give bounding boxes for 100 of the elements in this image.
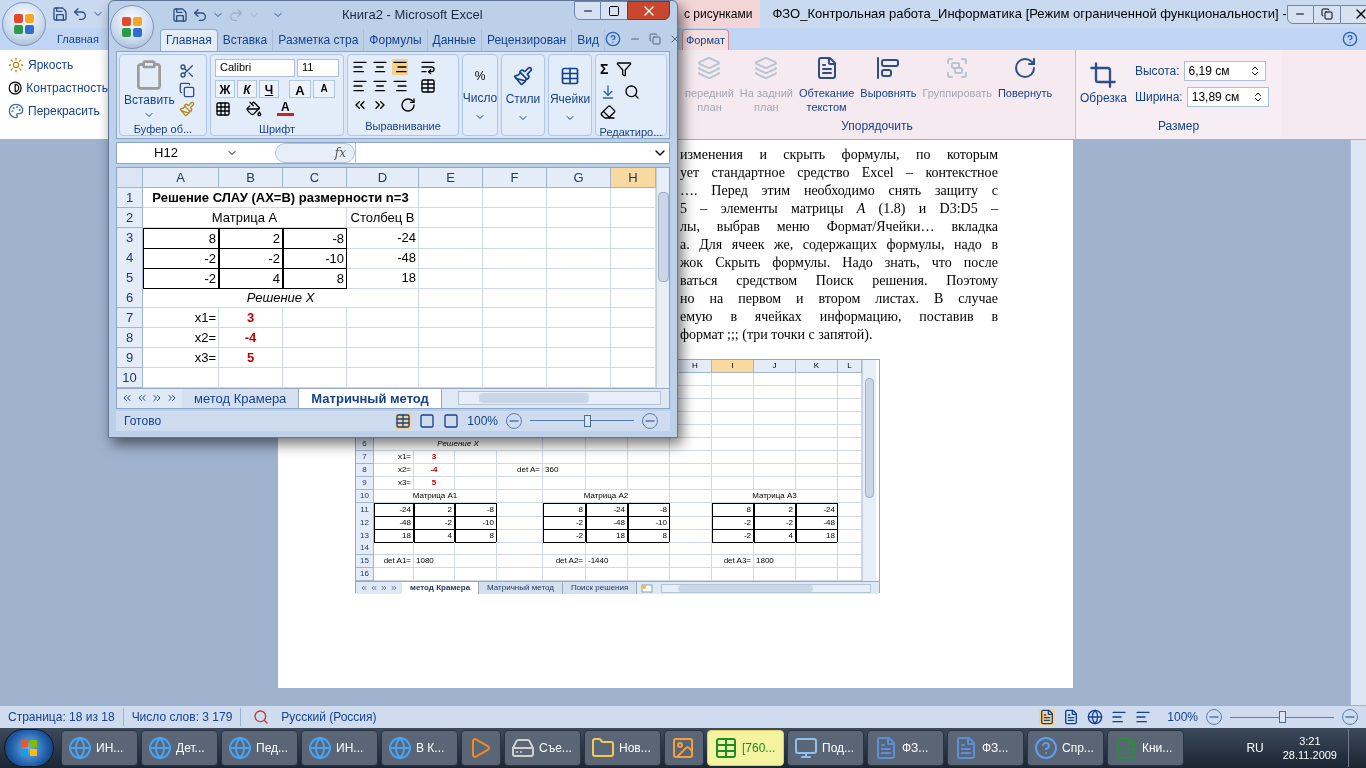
page-layout-icon[interactable] (419, 412, 436, 429)
underline-button[interactable]: Ч (259, 79, 279, 98)
row-header[interactable]: 14 (356, 542, 374, 555)
ribbon-tab[interactable]: Вид (572, 28, 605, 51)
column-header[interactable]: F (483, 167, 547, 189)
name-box[interactable]: H12 (117, 142, 275, 163)
row-header[interactable]: 10 (356, 490, 374, 503)
column-header[interactable]: C (283, 167, 347, 189)
language-indicator[interactable]: RU (1246, 739, 1264, 757)
eraser-icon[interactable] (600, 103, 616, 120)
undo-icon[interactable] (192, 6, 208, 23)
slider-thumb[interactable] (584, 414, 592, 427)
taskbar-button[interactable]: Дет... (141, 730, 218, 766)
help-icon[interactable] (1342, 31, 1358, 47)
column-header[interactable]: L (838, 360, 862, 373)
outline-view-icon[interactable] (1111, 709, 1128, 725)
column-header[interactable]: H (611, 167, 656, 189)
bold-button[interactable]: Ж (215, 79, 235, 98)
cells-button[interactable]: Ячейки (548, 53, 592, 136)
row-header[interactable]: 9 (117, 347, 143, 369)
last-sheet-icon[interactable] (390, 584, 398, 592)
arrange-button[interactable]: Повернуть (995, 56, 1055, 100)
spelling-icon[interactable] (253, 709, 270, 725)
taskbar-button[interactable]: Под... (787, 730, 864, 766)
vertical-scrollbar[interactable] (656, 167, 669, 388)
row-header[interactable]: 6 (117, 287, 143, 309)
row-header[interactable]: 8 (117, 327, 143, 349)
maximize-button[interactable] (601, 1, 627, 20)
row-header[interactable]: 4 (117, 247, 143, 270)
zoom-level[interactable]: 100% (1167, 708, 1198, 726)
taskbar-button[interactable]: ФЗ... (867, 730, 944, 766)
zoom-level[interactable]: 100% (467, 411, 498, 430)
copy-icon[interactable] (178, 81, 195, 98)
ribbon-tab[interactable]: Главная (54, 29, 102, 50)
restore-button[interactable] (1313, 4, 1340, 24)
restore-icon[interactable] (648, 32, 661, 45)
row-header[interactable]: 10 (117, 367, 143, 389)
row-header[interactable]: 5 (117, 267, 143, 290)
previous-sheet-icon[interactable] (370, 584, 378, 592)
ribbon-tab[interactable]: Рецензирован (481, 28, 573, 51)
vertical-scrollbar[interactable] (862, 360, 876, 581)
arrange-button[interactable]: Обтекание текстом (796, 56, 857, 114)
ribbon-tab[interactable]: Формат (681, 29, 729, 50)
row-header[interactable]: 6 (356, 438, 374, 451)
column-header[interactable]: G (547, 167, 611, 189)
print-layout-icon[interactable] (1039, 709, 1056, 725)
row-header[interactable]: 16 (356, 568, 374, 581)
fill-color-icon[interactable] (246, 100, 262, 117)
horizontal-scrollbar[interactable] (457, 391, 661, 406)
column-header[interactable]: E (419, 167, 483, 189)
width-field[interactable]: 13,89 см (1186, 86, 1269, 107)
column-header[interactable]: K (796, 360, 838, 373)
ribbon-tab[interactable]: Формулы (364, 28, 428, 51)
save-icon[interactable] (52, 6, 68, 22)
align-bottom-icon[interactable] (392, 58, 408, 75)
language[interactable]: Русский (Россия) (281, 708, 377, 726)
row-header[interactable]: 1 (117, 187, 143, 209)
taskbar-button[interactable]: Нов... (584, 730, 661, 766)
shrink-font-button[interactable]: A (313, 79, 335, 98)
font-size-field[interactable]: 11 (297, 58, 339, 77)
sort-filter-icon[interactable] (616, 61, 633, 78)
horizontal-scrollbar[interactable] (661, 583, 871, 593)
zoom-slider[interactable] (1230, 711, 1334, 723)
font-name-field[interactable]: Calibri (215, 58, 295, 77)
sheet-tab[interactable]: метод Крамера (402, 582, 480, 594)
row-header[interactable]: 12 (356, 516, 374, 530)
column-header[interactable]: H (679, 360, 712, 373)
office-button[interactable] (110, 5, 154, 49)
adjust-button[interactable]: Контрастность (8, 79, 108, 97)
start-button[interactable] (4, 729, 54, 767)
vertical-scrollbar[interactable] (1350, 140, 1366, 705)
next-sheet-icon[interactable] (380, 584, 388, 592)
row-header[interactable]: 8 (356, 464, 374, 477)
taskbar-button[interactable] (461, 730, 501, 766)
taskbar-button[interactable]: Пед... (221, 730, 298, 766)
sheet-tab[interactable]: Матричный метод (479, 582, 563, 594)
column-header[interactable]: J (754, 360, 796, 373)
height-field[interactable]: 6,19 см (1183, 60, 1266, 81)
save-icon[interactable] (172, 6, 188, 23)
page-break-icon[interactable] (443, 412, 460, 429)
clock-time[interactable]: 3:21 (1299, 734, 1321, 748)
slider-thumb[interactable] (1279, 711, 1286, 723)
column-header[interactable]: D (347, 167, 419, 189)
row-header[interactable]: 7 (356, 451, 374, 464)
insert-function-button[interactable]: fx (275, 142, 355, 163)
taskbar-button[interactable]: Съе... (504, 730, 581, 766)
font-color-button[interactable]: A (277, 101, 294, 117)
number-button[interactable]: % Число (462, 53, 498, 136)
undo-icon[interactable] (72, 6, 88, 22)
clock-date[interactable]: 28.11.2009 (1282, 748, 1337, 762)
row-header[interactable]: 15 (356, 555, 374, 568)
sheet-tab[interactable]: Поиск решения (562, 582, 638, 594)
autosum-button[interactable]: Σ (600, 58, 609, 80)
borders-icon[interactable] (215, 100, 231, 117)
taskbar-button[interactable]: Кни... (1107, 730, 1184, 766)
column-header[interactable]: I (712, 360, 754, 373)
row-header[interactable]: 7 (117, 307, 143, 329)
taskbar-button[interactable]: [760... (707, 730, 784, 766)
sheet-tab[interactable]: Матричный метод (299, 388, 442, 408)
taskbar-button[interactable]: В К... (381, 730, 458, 766)
